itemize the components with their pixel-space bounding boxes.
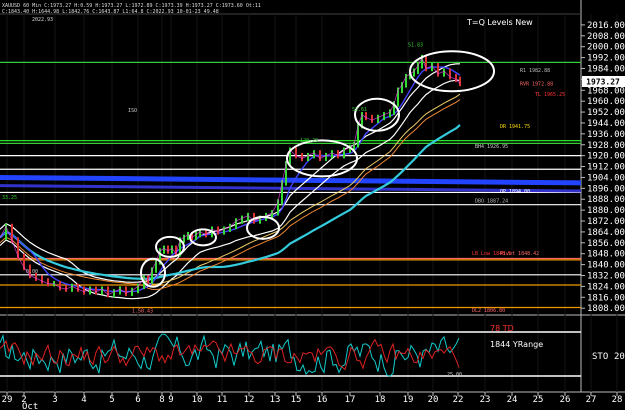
y-tick-label: 2008.00 [587,32,625,42]
indicator-range-label: 1844 YRange [490,340,543,349]
y-tick-label: 1904.00 [587,173,625,183]
y-tick-label: 1960.00 [587,97,625,107]
x-tick-label: 10 [192,395,203,405]
x-tick-label: 24 [507,395,518,405]
y-tick-label: 1872.00 [587,217,625,227]
x-tick-label: 4 [81,395,86,405]
level-label: BH4 1926.95 [475,144,508,150]
level-label: OP 1894.00 [500,189,530,195]
chart-note: 33.25 [2,195,17,201]
price-axis: 2016.002008.002000.001992.001984.001976.… [581,21,625,314]
osc-axis-label: STO [592,352,608,362]
x-tick-label: 23 [480,395,491,405]
x-tick-label: 3 [52,395,57,405]
x-tick-label: 19 [403,395,414,405]
y-tick-label: 1848.00 [587,250,625,260]
y-tick-label: 1880.00 [587,206,625,216]
y-tick-label: 1856.00 [587,239,625,249]
x-tick-label: 18 [375,395,386,405]
month-label: Oct [22,402,38,410]
y-tick-label: 1824.00 [587,282,625,292]
y-tick-label: 1984.00 [587,64,625,74]
y-tick-label: 1896.00 [587,184,625,194]
x-tick-label: 26 [560,395,571,405]
chart-canvas[interactable]: R1 1982.88 RVR 1972.88 TL 1965.25 DR 1941.7… [0,0,625,410]
chart-note: 1.50.43 [132,308,153,314]
x-tick-label: 8 [159,395,164,405]
x-tick-label: 13 [270,395,281,405]
chart-window: R1 1982.88 RVR 1972.88 TL 1965.25 DR 1941.7… [0,0,625,410]
x-tick-label: 28 [612,395,623,405]
x-tick-label: 29 [2,395,13,405]
x-tick-label: 25 [533,395,544,405]
x-tick-label: 11 [217,395,228,405]
chart-note: 0.00 [26,269,38,275]
y-tick-label: 1832.00 [587,272,625,282]
y-tick-label: 1968.00 [587,86,625,96]
y-tick-label: 1816.00 [587,293,625,303]
y-tick-label: 1808.00 [587,304,625,314]
indicator-td-label: 78 TD [490,324,514,333]
chart-title: T=Q Levels New [466,18,533,27]
level-label: DL2 1806.80 [472,308,505,314]
price-tag: 1973.27 [586,78,620,87]
chart-note: 51.83 [408,43,423,49]
date-label: 2022.93 [32,17,53,23]
x-tick-label: 12 [244,395,255,405]
y-tick-label: 1864.00 [587,228,625,238]
level-label: RVR 1972.88 [520,82,553,88]
y-tick-label: 1952.00 [587,108,625,118]
x-tick-label: 22 [453,395,464,405]
chart-note: 52.61 [352,107,367,113]
y-tick-label: 1840.00 [587,261,625,271]
x-tick-label: 17 [345,395,356,405]
level-label: DR 1941.75 [500,124,530,130]
level-label: DBO 1887.24 [475,198,508,204]
level-label: R1 1982.88 [520,68,550,74]
y-tick-label: 2016.00 [587,21,625,31]
y-tick-label: 1992.00 [587,54,625,64]
x-tick-label: 27 [586,395,597,405]
y-tick-label: 1936.00 [587,130,625,140]
chart-note: 120.29 [300,138,318,144]
chart-note: ISO [128,108,137,114]
y-tick-label: 1920.00 [587,152,625,162]
level-label: Pivot 1848.42 [500,251,539,257]
x-tick-label: 16 [317,395,328,405]
x-tick-label: 6 [135,395,140,405]
y-tick-label: 1944.00 [587,119,625,129]
x-tick-label: 9 [168,395,173,405]
y-tick-label: 1912.00 [587,163,625,173]
y-tick-label: 1928.00 [587,141,625,151]
x-tick-label: 5 [109,395,114,405]
ohlc-line-2: C:1843.40 H:1644.98 L:1842.76 C:1643.87 … [2,9,219,15]
x-tick-label: 20 [428,395,439,405]
y-tick-label: 2000.00 [587,43,625,53]
osc-small-value: 25.00 [447,372,462,378]
level-label: TL 1965.25 [535,92,565,98]
y-tick-label: 1888.00 [587,195,625,205]
osc-axis-value: 20 [614,352,625,362]
x-tick-label: 15 [291,395,302,405]
